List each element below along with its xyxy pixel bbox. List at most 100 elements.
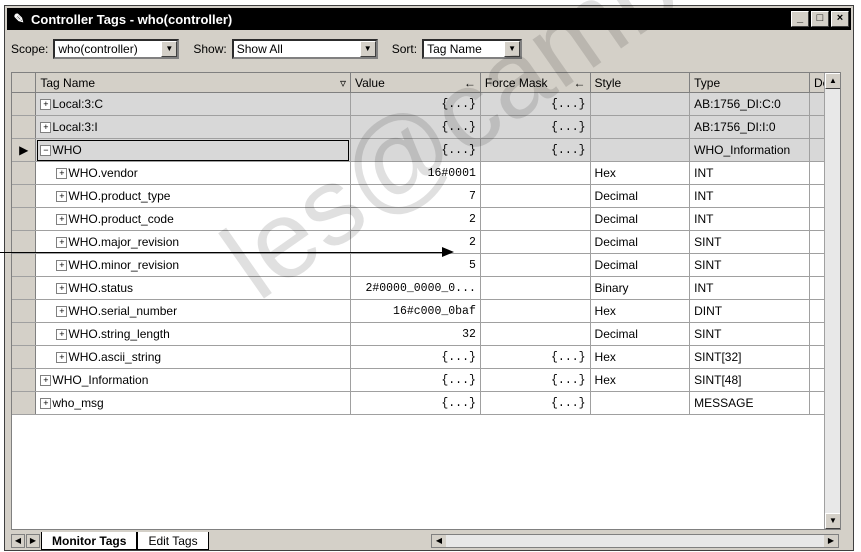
tag-name-cell[interactable]: + WHO.product_code <box>35 207 351 231</box>
force-mask-cell[interactable]: {...} <box>480 345 591 369</box>
scroll-up-icon[interactable]: ▲ <box>825 73 840 89</box>
style-cell[interactable]: Hex <box>590 161 691 185</box>
last-tab-icon[interactable]: ▶ <box>26 534 40 548</box>
style-cell[interactable] <box>590 391 691 415</box>
force-mask-cell[interactable] <box>480 207 591 231</box>
force-mask-cell[interactable] <box>480 322 591 346</box>
tag-name-cell[interactable]: + WHO.ascii_string <box>35 345 351 369</box>
minimize-button[interactable]: _ <box>791 11 809 27</box>
style-cell[interactable]: Binary <box>590 276 691 300</box>
value-cell[interactable]: {...} <box>350 391 481 415</box>
tag-name-cell[interactable]: + Local:3:I <box>35 115 351 139</box>
value-cell[interactable]: {...} <box>350 115 481 139</box>
style-cell[interactable]: Decimal <box>590 230 691 254</box>
value-cell[interactable]: {...} <box>350 138 481 162</box>
type-cell[interactable]: INT <box>689 184 811 208</box>
column-header-tag-name[interactable]: Tag Name ▿ <box>35 73 351 93</box>
type-cell[interactable]: SINT <box>689 253 811 277</box>
type-cell[interactable]: DINT <box>689 299 811 323</box>
table-row[interactable]: + WHO.product_code 2 Decimal INT <box>12 207 840 231</box>
column-header-style[interactable]: Style <box>590 73 691 93</box>
tag-name-cell[interactable]: − WHO <box>35 138 351 162</box>
value-cell[interactable]: 32 <box>350 322 481 346</box>
value-cell[interactable]: 16#0001 <box>350 161 481 185</box>
table-row[interactable]: + WHO.vendor 16#0001 Hex INT <box>12 161 840 185</box>
table-row[interactable]: + WHO.ascii_string {...} {...} Hex SINT[32] <box>12 345 840 369</box>
expand-icon[interactable]: + <box>56 283 68 295</box>
style-cell[interactable] <box>590 138 691 162</box>
force-mask-cell[interactable]: {...} <box>480 368 591 392</box>
style-cell[interactable]: Decimal <box>590 184 691 208</box>
expand-icon[interactable]: + <box>56 237 68 249</box>
type-cell[interactable]: INT <box>689 161 811 185</box>
value-cell[interactable]: 2#0000_0000_0... <box>350 276 481 300</box>
value-cell[interactable]: {...} <box>350 92 481 116</box>
chevron-down-icon[interactable]: ▼ <box>161 41 178 57</box>
table-row[interactable]: + WHO_Information {...} {...} Hex SINT[48] <box>12 368 840 392</box>
type-cell[interactable]: AB:1756_DI:I:0 <box>689 115 811 139</box>
column-header-force-mask[interactable]: Force Mask ← <box>480 73 591 93</box>
table-row[interactable]: + WHO.major_revision 2 Decimal SINT <box>12 230 840 254</box>
force-mask-cell[interactable]: {...} <box>480 115 591 139</box>
tag-name-cell[interactable]: + Local:3:C <box>35 92 351 116</box>
style-cell[interactable]: Hex <box>590 299 691 323</box>
type-cell[interactable]: MESSAGE <box>689 391 811 415</box>
tab-edit-tags[interactable]: Edit Tags <box>137 532 209 550</box>
chevron-down-icon[interactable]: ▼ <box>504 41 521 57</box>
sort-dropdown[interactable]: Tag Name ▼ <box>422 39 523 59</box>
show-dropdown[interactable]: Show All ▼ <box>231 39 378 59</box>
expand-icon[interactable]: + <box>56 168 68 180</box>
close-button[interactable]: × <box>831 11 849 27</box>
filter-icon[interactable]: ▿ <box>340 76 346 90</box>
row-selector[interactable] <box>12 299 37 323</box>
row-selector[interactable] <box>12 184 37 208</box>
value-cell[interactable]: 2 <box>350 230 481 254</box>
style-cell[interactable] <box>590 92 691 116</box>
row-selector[interactable] <box>12 207 37 231</box>
tag-name-cell[interactable]: + WHO.status <box>35 276 351 300</box>
first-tab-icon[interactable]: ◀ <box>11 534 25 548</box>
type-cell[interactable]: SINT <box>689 230 811 254</box>
expand-icon[interactable]: + <box>56 352 68 364</box>
scroll-right-icon[interactable]: ▶ <box>824 535 838 547</box>
value-cell[interactable]: 5 <box>350 253 481 277</box>
style-cell[interactable]: Hex <box>590 368 691 392</box>
value-cell[interactable]: 2 <box>350 207 481 231</box>
force-mask-cell[interactable] <box>480 161 591 185</box>
row-selector[interactable] <box>12 322 37 346</box>
value-cell[interactable]: {...} <box>350 368 481 392</box>
chevron-down-icon[interactable]: ▼ <box>359 41 376 57</box>
table-row[interactable]: + WHO.minor_revision 5 Decimal SINT <box>12 253 840 277</box>
row-selector[interactable] <box>12 92 37 116</box>
style-cell[interactable]: Decimal <box>590 253 691 277</box>
table-row[interactable]: + WHO.string_length 32 Decimal SINT <box>12 322 840 346</box>
tag-name-cell[interactable]: + WHO.serial_number <box>35 299 351 323</box>
type-cell[interactable]: AB:1756_DI:C:0 <box>689 92 811 116</box>
row-selector[interactable] <box>12 115 37 139</box>
type-cell[interactable]: SINT <box>689 322 811 346</box>
column-header-value[interactable]: Value ← <box>350 73 481 93</box>
vertical-scrollbar[interactable]: ▲ ▼ <box>824 73 840 529</box>
expand-icon[interactable]: + <box>40 398 52 410</box>
table-row[interactable]: + Local:3:C {...} {...} AB:1756_DI:C:0 <box>12 92 840 116</box>
row-selector[interactable] <box>12 276 37 300</box>
scope-dropdown[interactable]: who(controller) ▼ <box>53 39 180 59</box>
title-bar[interactable]: ✎ Controller Tags - who(controller) _ □ … <box>7 8 851 30</box>
collapse-icon[interactable]: − <box>40 145 52 157</box>
force-mask-cell[interactable] <box>480 299 591 323</box>
force-mask-cell[interactable]: {...} <box>480 92 591 116</box>
horizontal-scrollbar[interactable]: ◀ ▶ <box>431 534 839 548</box>
style-cell[interactable] <box>590 115 691 139</box>
force-mask-cell[interactable] <box>480 276 591 300</box>
value-cell[interactable]: {...} <box>350 345 481 369</box>
type-cell[interactable]: INT <box>689 276 811 300</box>
type-cell[interactable]: SINT[32] <box>689 345 811 369</box>
tag-name-cell[interactable]: + WHO.vendor <box>35 161 351 185</box>
force-mask-cell[interactable] <box>480 253 591 277</box>
style-cell[interactable]: Hex <box>590 345 691 369</box>
tag-name-cell[interactable]: + WHO.minor_revision <box>35 253 351 277</box>
scroll-left-icon[interactable]: ◀ <box>432 535 446 547</box>
expand-icon[interactable]: + <box>40 99 52 111</box>
style-cell[interactable]: Decimal <box>590 207 691 231</box>
row-selector[interactable] <box>12 230 37 254</box>
